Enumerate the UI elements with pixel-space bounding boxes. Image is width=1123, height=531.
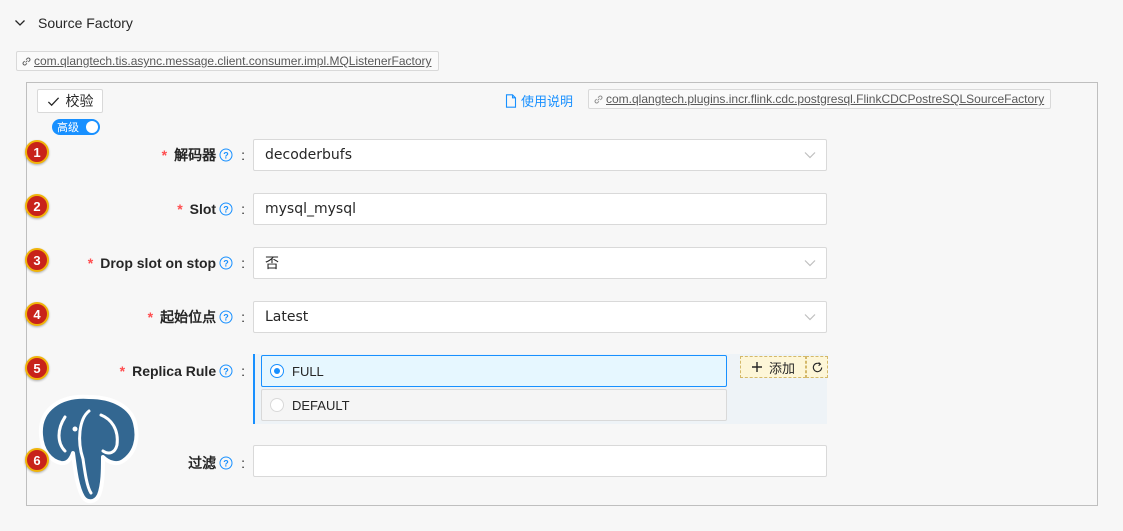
toggle-knob: [86, 121, 98, 133]
file-icon: [505, 93, 517, 108]
outer-factory-tag[interactable]: com.qlangtech.tis.async.message.client.c…: [16, 51, 439, 71]
help-icon[interactable]: ?: [219, 456, 233, 470]
check-icon: [47, 96, 59, 106]
doc-link-label: 使用说明: [521, 95, 574, 110]
doc-link[interactable]: 使用说明: [505, 91, 573, 110]
chevron-down-icon: [804, 314, 816, 321]
help-icon[interactable]: ?: [219, 310, 233, 324]
help-icon[interactable]: ?: [219, 364, 233, 378]
add-button[interactable]: 添加: [740, 356, 806, 378]
radio-selected[interactable]: [270, 364, 284, 378]
chevron-down-icon: [804, 152, 816, 159]
factory-tag[interactable]: com.qlangtech.plugins.incr.flink.cdc.pos…: [588, 89, 1052, 109]
slot-input[interactable]: mysql_mysql: [253, 193, 827, 225]
advanced-toggle[interactable]: 高级: [52, 119, 100, 135]
validate-button[interactable]: 校验: [37, 89, 103, 113]
field-label: * Slot ? :: [177, 201, 245, 217]
start-position-select[interactable]: Latest: [253, 301, 827, 333]
advanced-toggle-label: 高级: [57, 121, 79, 134]
section-title: Source Factory: [38, 15, 133, 31]
link-icon: [594, 95, 603, 103]
drop-slot-select[interactable]: 否: [253, 247, 827, 279]
chevron-down-icon[interactable]: [14, 17, 26, 29]
outer-factory-tag-text: com.qlangtech.tis.async.message.client.c…: [34, 54, 432, 68]
decoder-select[interactable]: decoderbufs: [253, 139, 827, 171]
svg-text:?: ?: [223, 205, 229, 215]
field-label: * Drop slot on stop ? :: [87, 255, 245, 271]
field-label: 过滤 ? :: [188, 455, 245, 471]
svg-text:?: ?: [223, 151, 229, 161]
svg-text:?: ?: [223, 259, 229, 269]
field-label: * 解码器 ? :: [161, 147, 245, 163]
replica-option-full[interactable]: FULL: [261, 355, 727, 387]
svg-text:?: ?: [223, 367, 229, 377]
svg-text:?: ?: [223, 313, 229, 323]
help-icon[interactable]: ?: [219, 148, 233, 162]
plus-icon: [751, 362, 762, 372]
chevron-down-icon: [804, 260, 816, 267]
postgresql-logo: [38, 394, 139, 504]
help-icon[interactable]: ?: [219, 256, 233, 270]
section-header[interactable]: Source Factory: [14, 13, 133, 33]
replica-rule-group: FULL DEFAULT 添加: [253, 354, 828, 424]
link-icon: [22, 57, 31, 65]
radio-unselected[interactable]: [270, 398, 284, 412]
svg-text:?: ?: [223, 459, 229, 469]
help-icon[interactable]: ?: [219, 202, 233, 216]
filter-input[interactable]: [253, 445, 827, 477]
plugin-panel: 校验 使用说明 com.qlangtech.plugins.incr.flink…: [25, 82, 1098, 506]
replica-option-default[interactable]: DEFAULT: [261, 389, 727, 421]
field-label: * Replica Rule ? :: [119, 363, 245, 379]
field-label: * 起始位点 ? :: [147, 309, 245, 325]
validate-label: 校验: [65, 94, 94, 110]
reset-button[interactable]: [806, 356, 828, 378]
factory-tag-text: com.qlangtech.plugins.incr.flink.cdc.pos…: [606, 92, 1045, 106]
reload-icon: [812, 361, 822, 372]
